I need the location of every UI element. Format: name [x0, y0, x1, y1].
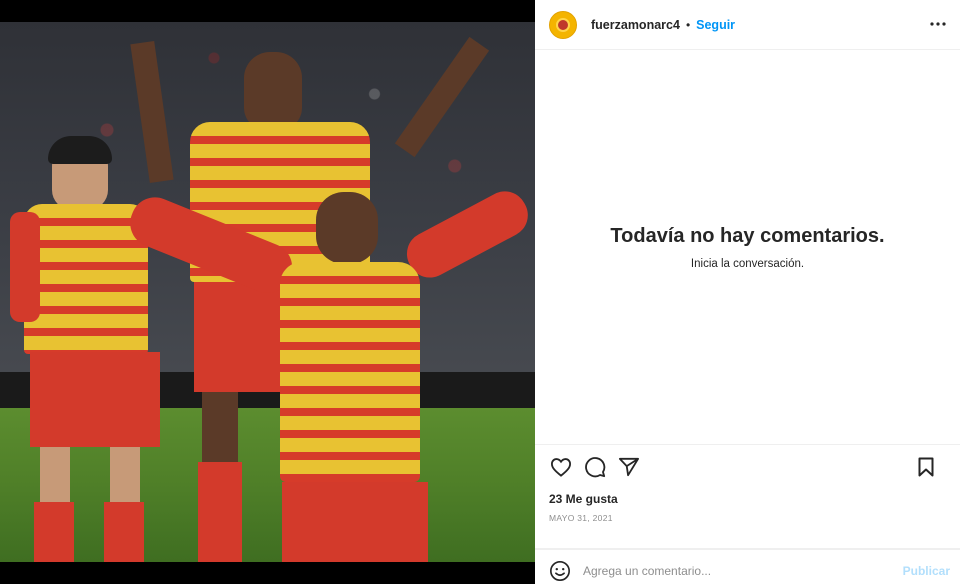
comment-composer: Publicar [535, 549, 960, 584]
action-bar [535, 445, 960, 489]
bookmark-icon[interactable] [914, 455, 938, 479]
send-icon[interactable] [617, 455, 641, 479]
post-header: fuerzamonarc4 • Seguir [535, 0, 960, 50]
comment-icon[interactable] [583, 455, 607, 479]
empty-comments-title: Todavía no hay comentarios. [610, 224, 885, 247]
more-options-icon[interactable] [928, 14, 948, 34]
post-panel: fuerzamonarc4 • Seguir Todavía no hay co… [535, 0, 960, 584]
follow-button[interactable]: Seguir [696, 18, 735, 32]
heart-icon[interactable] [549, 455, 573, 479]
username-link[interactable]: fuerzamonarc4 [591, 18, 680, 32]
post-media [0, 0, 535, 584]
publish-button[interactable]: Publicar [903, 564, 950, 578]
comments-section: Todavía no hay comentarios. Inicia la co… [535, 50, 960, 445]
emoji-icon[interactable] [549, 560, 571, 582]
comment-input[interactable] [583, 563, 883, 578]
empty-comments-subtitle: Inicia la conversación. [690, 257, 805, 270]
likes-count[interactable]: 23 Me gusta [535, 489, 960, 509]
separator-dot: • [685, 17, 691, 32]
post-photo[interactable] [0, 22, 535, 562]
post-date: MAYO 31, 2021 [535, 509, 960, 549]
avatar-icon[interactable] [549, 10, 577, 39]
player-front [120, 183, 535, 562]
